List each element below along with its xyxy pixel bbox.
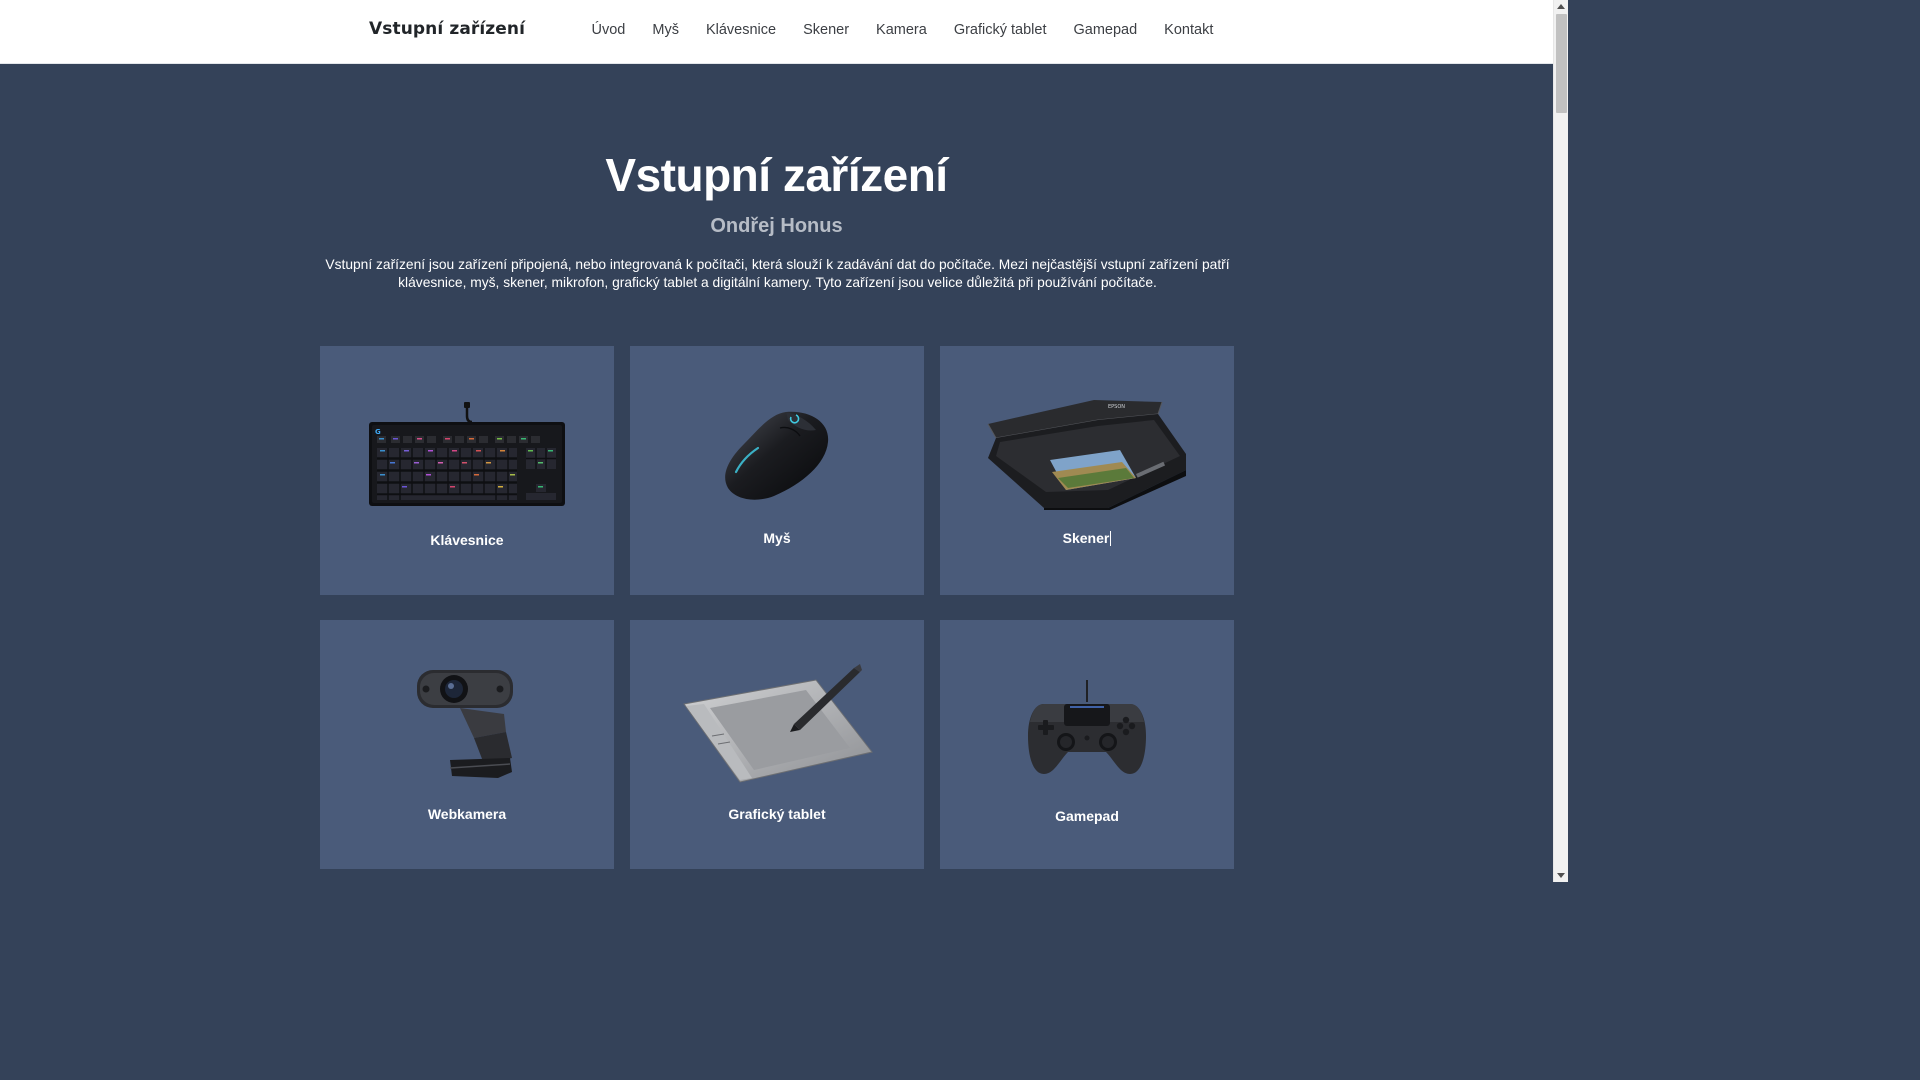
nav-link-kamera[interactable]: Kamera (863, 22, 941, 38)
text-cursor (1110, 531, 1112, 546)
nav-link-gamepad[interactable]: Gamepad (1060, 22, 1151, 38)
nav-link-klavesnice[interactable]: Klávesnice (692, 22, 789, 38)
page: Vstupní zařízení Úvod Myš Klávesnice Ske… (0, 0, 1568, 882)
nav-link-mys[interactable]: Myš (639, 22, 693, 38)
nav-links: Úvod Myš Klávesnice Skener Kamera Grafic… (578, 22, 1227, 38)
svg-text:G: G (375, 428, 381, 436)
page-title: Vstupní zařízení (605, 149, 948, 201)
scroll-up-arrow-icon[interactable] (1557, 4, 1565, 9)
card-webkamera[interactable]: Webkamera (320, 620, 614, 869)
card-mys[interactable]: Myš (630, 346, 924, 595)
card-label: Skener (940, 530, 1234, 546)
card-klavesnice[interactable]: G Klávesnice (320, 346, 614, 595)
card-label: Klávesnice (430, 532, 504, 548)
card-graficky-tablet[interactable]: Grafický tablet (630, 620, 924, 869)
card-label: Webkamera (427, 806, 507, 822)
brand-logo[interactable]: Vstupní zařízení (369, 19, 525, 39)
card-label-text: Skener (1062, 530, 1110, 546)
nav-link-graficky-tablet[interactable]: Grafický tablet (940, 22, 1060, 38)
nav-link-uvod[interactable]: Úvod (578, 22, 639, 38)
tablet-icon (683, 664, 873, 783)
scroll-down-arrow-icon[interactable] (1557, 873, 1565, 878)
svg-text:EPSON: EPSON (1108, 404, 1125, 410)
card-label: Myš (763, 530, 791, 546)
scroll-thumb[interactable] (1556, 14, 1567, 113)
card-skener[interactable]: EPSON Skener (940, 346, 1234, 595)
card-label: Gamepad (1055, 808, 1119, 824)
keyboard-icon: G (369, 402, 565, 506)
author-name: Ondřej Honus (710, 215, 843, 237)
navbar: Vstupní zařízení Úvod Myš Klávesnice Ske… (0, 0, 1553, 64)
intro-paragraph: Vstupní zařízení jsou zařízení připojená… (325, 257, 1230, 290)
nav-link-kontakt[interactable]: Kontakt (1151, 22, 1227, 38)
nav-link-skener[interactable]: Skener (790, 22, 863, 38)
card-label: Grafický tablet (728, 806, 826, 822)
gamepad-icon (1028, 680, 1146, 774)
webcam-icon (417, 670, 513, 778)
mouse-icon (725, 411, 829, 500)
scanner-icon: EPSON (987, 400, 1186, 510)
vertical-scrollbar[interactable] (1553, 0, 1568, 882)
card-gamepad[interactable]: Gamepad (940, 620, 1234, 869)
